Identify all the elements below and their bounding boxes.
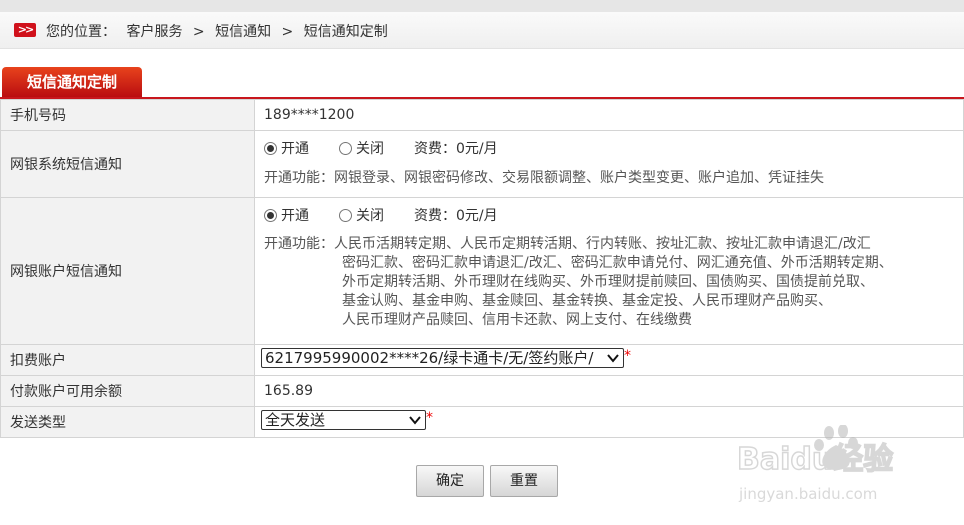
confirm-button[interactable]: 确定 [416,465,484,497]
debit-account-select[interactable]: 6217995990002****26/绿卡通卡/无/签约账户/ [261,348,624,368]
required-mark: * [624,348,631,364]
netbank-system-off-label[interactable]: 关闭 [356,138,384,158]
chevron-down-icon [607,354,619,363]
netbank-account-on-option[interactable]: 开通 [264,205,309,225]
netbank-system-features: 开通功能： 网银登录、网银密码修改、交易限额调整、账户类型变更、账户追加、凭证挂… [264,169,963,188]
netbank-system-off-radio[interactable] [339,141,352,155]
netbank-account-features-list: 人民币活期转定期、人民币定期转活期、行内转账、按址汇款、按址汇款申请退汇/改汇 … [334,235,893,330]
required-mark: * [426,410,433,426]
send-type-select[interactable]: 全天发送 [261,410,426,430]
watermark-text: Baidu经验 [737,442,893,477]
debit-account-cell: 6217995990002****26/绿卡通卡/无/签约账户/ * [254,344,964,376]
netbank-account-row: 网银账户短信通知 开通 关闭 资费：0元/月 开通功能： 人民币活期转定期、人民… [0,197,964,345]
netbank-account-features-label: 开通功能： [264,236,334,252]
netbank-account-off-radio[interactable] [339,208,352,222]
send-type-label: 发送类型 [0,406,255,438]
feature-line: 密码汇款、密码汇款申请退汇/改汇、密码汇款申请兑付、网汇通充值、外币活期转定期、 [342,255,893,271]
netbank-account-label: 网银账户短信通知 [0,197,255,345]
balance-label: 付款账户可用余额 [0,375,255,407]
breadcrumb-separator: > [192,24,205,40]
netbank-system-label: 网银系统短信通知 [0,130,255,198]
phone-row: 手机号码 189****1200 [0,99,964,131]
netbank-account-on-radio[interactable] [264,208,277,222]
breadcrumb-item-customer-service[interactable]: 客户服务 [126,21,182,41]
netbank-system-on-option[interactable]: 开通 [264,138,309,158]
netbank-account-cell: 开通 关闭 资费：0元/月 开通功能： 人民币活期转定期、人民币定期转活期、行内… [254,197,964,345]
breadcrumb-item-sms-custom: 短信通知定制 [303,24,388,40]
breadcrumb: >> 您的位置： 客户服务 > 短信通知 > 短信通知定制 [0,12,964,49]
netbank-account-on-label[interactable]: 开通 [281,205,309,225]
top-strip [0,0,964,12]
chevron-down-icon [409,416,421,425]
netbank-account-options: 开通 关闭 资费：0元/月 [264,203,963,227]
watermark-subtext: jingyan.baidu.com [738,485,877,503]
feature-line: 人民币理财产品赎回、信用卡还款、网上支付、在线缴费 [342,312,692,328]
netbank-account-features: 开通功能： 人民币活期转定期、人民币定期转活期、行内转账、按址汇款、按址汇款申请… [264,235,963,330]
breadcrumb-separator: > [281,24,294,40]
netbank-account-fee: 资费：0元/月 [414,208,498,224]
debit-account-row: 扣费账户 6217995990002****26/绿卡通卡/无/签约账户/ * [0,344,964,376]
double-chevron-right-icon: >> [14,23,36,37]
reset-button[interactable]: 重置 [490,465,558,497]
feature-line: 基金认购、基金申购、基金赎回、基金转换、基金定投、人民币理财产品购买、 [342,293,832,309]
send-type-selected: 全天发送 [265,411,326,429]
netbank-system-cell: 开通 关闭 资费：0元/月 开通功能： 网银登录、网银密码修改、交易限额调整、账… [254,130,964,198]
phone-value: 189****1200 [254,99,964,131]
breadcrumb-item-sms-notify[interactable]: 短信通知 [215,21,271,41]
netbank-system-on-label[interactable]: 开通 [281,138,309,158]
tab-sms-custom[interactable]: 短信通知定制 [2,67,142,98]
debit-account-selected: 6217995990002****26/绿卡通卡/无/签约账户/ [265,349,594,367]
sms-settings-form: 手机号码 189****1200 网银系统短信通知 开通 关闭 资费：0元/月 … [0,99,964,438]
feature-line: 人民币活期转定期、人民币定期转活期、行内转账、按址汇款、按址汇款申请退汇/改汇 [334,236,871,252]
feature-line: 外币定期转活期、外币理财在线购买、外币理财提前赎回、国债购买、国债提前兑取、 [342,274,874,290]
netbank-system-features-label: 开通功能： [264,170,334,186]
netbank-system-off-option[interactable]: 关闭 [339,138,384,158]
breadcrumb-prefix: 您的位置： [46,24,116,40]
netbank-system-on-radio[interactable] [264,141,277,155]
netbank-account-off-label[interactable]: 关闭 [356,205,384,225]
phone-label: 手机号码 [0,99,255,131]
breadcrumb-trail: 您的位置： 客户服务 > 短信通知 > 短信通知定制 [46,21,388,41]
netbank-account-off-option[interactable]: 关闭 [339,205,384,225]
netbank-system-options: 开通 关闭 资费：0元/月 [264,136,963,160]
balance-value: 165.89 [254,375,964,407]
netbank-system-features-text: 网银登录、网银密码修改、交易限额调整、账户类型变更、账户追加、凭证挂失 [334,170,824,186]
debit-account-label: 扣费账户 [0,344,255,376]
balance-row: 付款账户可用余额 165.89 [0,375,964,407]
netbank-system-row: 网银系统短信通知 开通 关闭 资费：0元/月 开通功能： 网银登录、网银密码修改… [0,130,964,198]
baidu-jingyan-watermark: Baidu经验 jingyan.baidu.com [736,425,894,503]
netbank-system-fee: 资费：0元/月 [414,141,498,157]
